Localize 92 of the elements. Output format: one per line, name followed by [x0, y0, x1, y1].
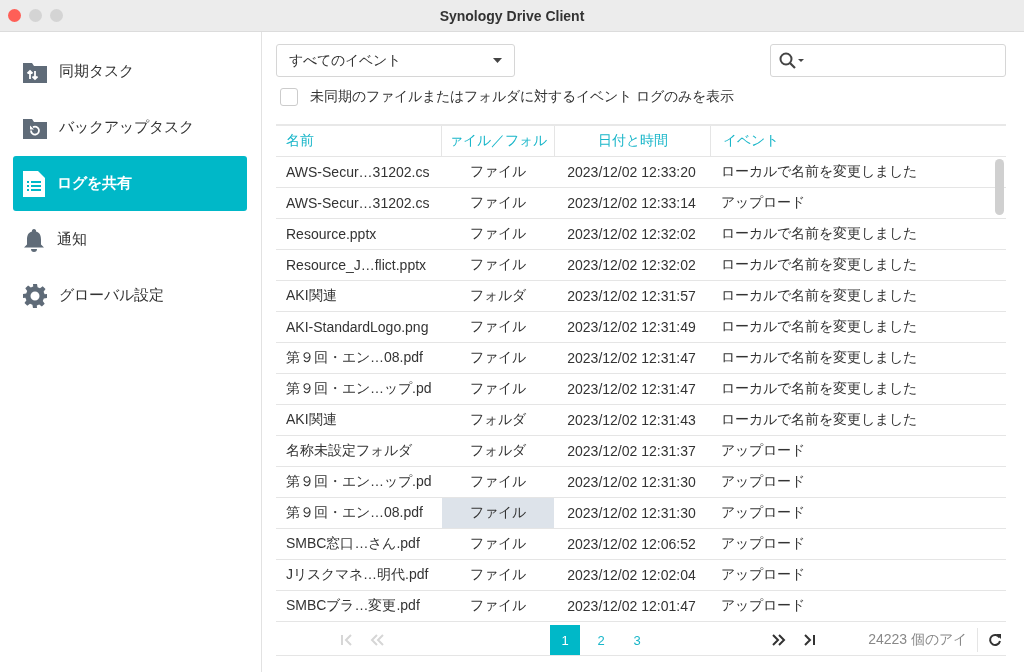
- table-cell-text: 2023/12/02 12:31:43: [566, 411, 697, 430]
- table-cell-text: ローカルで名前を変更しました: [720, 286, 918, 305]
- column-header[interactable]: イベント: [711, 126, 1006, 156]
- table-cell-text: 2023/12/02 12:33:20: [566, 163, 697, 182]
- column-header[interactable]: 名前: [276, 126, 442, 156]
- table-cell-text: フォルダ: [469, 441, 527, 460]
- table-cell-text: SMBCブラ…変更.pdf: [285, 596, 421, 615]
- table-cell-text: ファイル: [469, 565, 527, 584]
- table-cell-text: ファイル: [469, 317, 527, 336]
- table-cell-text: 2023/12/02 12:31:30: [566, 473, 697, 492]
- search-icon: [779, 51, 805, 70]
- table-cell-text: アップロード: [720, 472, 806, 491]
- event-filter-dropdown[interactable]: すべてのイベント: [276, 44, 515, 77]
- table-cell-text: ファイル: [469, 472, 527, 491]
- table-cell-text: AWS-Secur…31202.cs: [285, 194, 431, 213]
- folder-restore-icon: [23, 116, 47, 139]
- zoom-button[interactable]: [50, 9, 63, 22]
- table-cell-text: ファイル: [469, 162, 527, 181]
- table-cell-text: 第９回・エン…ップ.pd: [285, 379, 433, 398]
- table-cell-text: 第９回・エン…08.pdf: [285, 348, 424, 367]
- table-cell-text: Jリスクマネ…明代.pdf: [285, 565, 430, 584]
- sidebar-item[interactable]: バックアップタスク: [13, 100, 247, 155]
- gear-icon: [23, 283, 47, 308]
- table-cell-text: AKI関連: [285, 286, 338, 305]
- table-cell-text: ローカルで名前を変更しました: [720, 410, 918, 429]
- window-title: Synology Drive Client: [439, 7, 585, 24]
- page-button[interactable]: 1: [550, 625, 580, 655]
- table-cell-text: 2023/12/02 12:32:02: [566, 256, 697, 275]
- table-cell-text: ファイル: [469, 224, 527, 243]
- table-cell-text: 2023/12/02 12:06:52: [566, 535, 697, 554]
- table-cell-text: フォルダ: [469, 410, 527, 429]
- scrollbar-thumb[interactable]: [995, 159, 1004, 215]
- table-cell-text: 2023/12/02 12:32:02: [566, 225, 697, 244]
- table-cell-text: 第９回・エン…08.pdf: [285, 503, 424, 522]
- table-cell: ファイル: [442, 498, 554, 528]
- sidebar-item[interactable]: 通知: [13, 212, 247, 267]
- table-cell-text: アップロード: [720, 596, 806, 615]
- table-cell-text: ファイル: [469, 534, 527, 553]
- table-cell-text: AKI関連: [285, 410, 338, 429]
- table-cell-text: 2023/12/02 12:02:04: [566, 566, 697, 585]
- table-cell-text: アップロード: [720, 503, 806, 522]
- table-cell-text: AWS-Secur…31202.cs: [285, 163, 431, 182]
- table-cell-text: ローカルで名前を変更しました: [720, 255, 918, 274]
- close-button[interactable]: [8, 9, 21, 22]
- table-cell-text: ファイル: [469, 596, 527, 615]
- table-cell-text: アップロード: [720, 441, 806, 460]
- caret-icon: [493, 58, 502, 63]
- sidebar-item[interactable]: 同期タスク: [13, 44, 247, 99]
- bell-icon: [23, 227, 45, 252]
- table-cell-text: 2023/12/02 12:31:30: [566, 504, 697, 523]
- page-button[interactable]: 2: [586, 625, 616, 655]
- page-button[interactable]: 3: [622, 625, 652, 655]
- item-count: 24223 個のアイ: [868, 628, 978, 652]
- folder-arrows-icon: [23, 60, 47, 83]
- table-cell-text: AKI-StandardLogo.png: [285, 318, 430, 337]
- last-page-icon[interactable]: [802, 633, 816, 647]
- table-cell-text: ファイル: [469, 348, 527, 367]
- document-list-icon: [23, 170, 45, 197]
- table-cell-text: ローカルで名前を変更しました: [720, 162, 918, 181]
- table-cell-text: 2023/12/02 12:01:47: [566, 597, 697, 616]
- table-cell-text: ファイル: [469, 255, 527, 274]
- table-cell-text: アップロード: [720, 534, 806, 553]
- checkbox-label: 未同期のファイルまたはフォルダに対するイベント ログのみを表示: [310, 88, 734, 106]
- table-cell-text: Resource_J…flict.pptx: [285, 256, 428, 275]
- table-cell-text: フォルダ: [469, 286, 527, 305]
- checkbox[interactable]: [280, 88, 298, 106]
- refresh-icon[interactable]: [988, 633, 1002, 647]
- table-cell-text: 2023/12/02 12:33:14: [566, 194, 697, 213]
- table-cell-text: ローカルで名前を変更しました: [720, 379, 918, 398]
- table-cell-text: Resource.pptx: [285, 225, 378, 244]
- table-cell-text: 第９回・エン…ップ.pd: [285, 472, 433, 491]
- table-cell-text: 2023/12/02 12:31:57: [566, 287, 697, 306]
- table-cell-text: アップロード: [720, 193, 806, 212]
- column-header[interactable]: 日付と時間: [555, 126, 711, 156]
- table-cell-text: ファイル: [469, 379, 527, 398]
- table-cell-text: 2023/12/02 12:31:47: [566, 380, 697, 399]
- sidebar-item[interactable]: グローバル設定: [13, 268, 247, 323]
- column-header[interactable]: ァイル／フォル: [442, 126, 555, 156]
- table-cell-text: ローカルで名前を変更しました: [720, 348, 918, 367]
- table-cell-text: 2023/12/02 12:31:49: [566, 318, 697, 337]
- minimize-button[interactable]: [29, 9, 42, 22]
- search-field[interactable]: [770, 44, 1006, 77]
- table-cell-text: 2023/12/02 12:31:37: [566, 442, 697, 461]
- table-cell-text: 2023/12/02 12:31:47: [566, 349, 697, 368]
- table-cell-text: ファイル: [469, 193, 527, 212]
- table-cell-text: アップロード: [720, 565, 806, 584]
- table-cell-text: ローカルで名前を変更しました: [720, 317, 918, 336]
- double-right-chevron-icon[interactable]: [772, 633, 786, 647]
- sidebar-item[interactable]: ログを共有: [13, 156, 247, 211]
- table-cell-text: 名称未設定フォルダ: [285, 441, 413, 460]
- table-cell-text: SMBC窓口…さん.pdf: [285, 534, 421, 553]
- table-cell-text: ローカルで名前を変更しました: [720, 224, 918, 243]
